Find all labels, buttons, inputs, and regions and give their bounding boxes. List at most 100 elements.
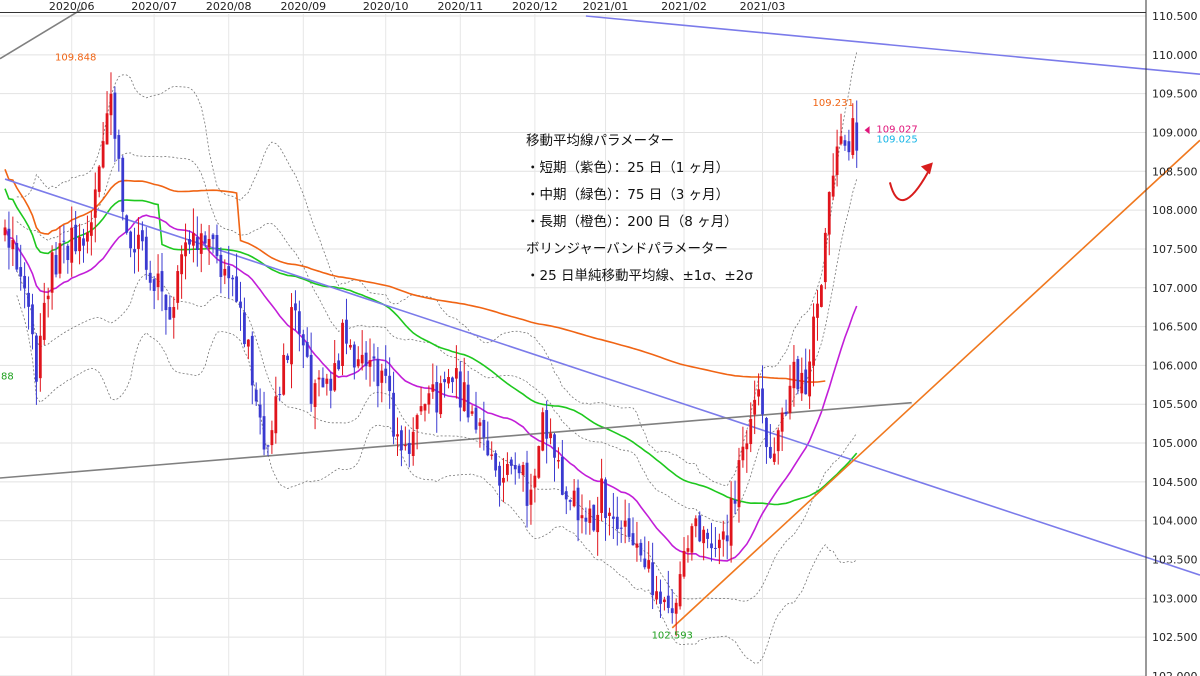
- candle-body: [623, 520, 627, 527]
- candle-body: [596, 514, 600, 533]
- candle-body: [800, 372, 804, 394]
- candle-body: [243, 312, 246, 345]
- candle-body: [847, 141, 851, 153]
- candle-body: [305, 342, 309, 357]
- candle-body: [125, 215, 129, 233]
- candle-body: [172, 306, 176, 318]
- candle-body: [823, 232, 827, 283]
- candle-body: [286, 355, 289, 360]
- candle-body: [831, 175, 835, 197]
- candle-body: [70, 227, 74, 263]
- candle-body: [549, 433, 552, 439]
- candle-body: [478, 422, 482, 426]
- candle-body: [403, 445, 407, 447]
- candle-body: [560, 456, 564, 495]
- candle-body: [352, 344, 356, 368]
- candle-body: [768, 446, 772, 458]
- candle-body: [86, 232, 89, 242]
- candle-body: [400, 430, 403, 451]
- candle-body: [195, 237, 199, 251]
- candle-body: [117, 135, 121, 159]
- candle-body: [529, 489, 533, 505]
- y-tick-label: 105.000: [1152, 437, 1198, 450]
- candle-body: [297, 311, 301, 334]
- candle-body: [611, 516, 615, 519]
- chart-root: 109.848102.593109.231109.027109.02588 11…: [0, 0, 1200, 676]
- candle-body: [278, 394, 282, 396]
- legend-line-bollinger-title: ボリンジャーバンドパラメーター: [526, 241, 728, 257]
- candle-body: [341, 322, 344, 366]
- candle-body: [615, 516, 619, 530]
- candle-body: [600, 478, 603, 513]
- y-tick-label: 108.000: [1152, 204, 1198, 217]
- candle-body: [635, 543, 639, 548]
- candle-body: [415, 415, 419, 429]
- candle-body: [258, 404, 262, 418]
- candle-body: [274, 396, 278, 434]
- candle-body: [419, 406, 423, 412]
- candle-body: [211, 234, 215, 240]
- y-tick-label: 104.500: [1152, 476, 1198, 489]
- candle-body: [11, 239, 15, 250]
- label-current-alt: 109.025: [876, 135, 917, 146]
- candle-body: [317, 377, 321, 380]
- candle-body: [427, 393, 431, 405]
- candle-body: [576, 487, 580, 521]
- candle-body: [725, 535, 729, 542]
- candle-body: [82, 238, 85, 246]
- candle-body: [192, 233, 195, 246]
- candle-body: [199, 233, 203, 254]
- candle-body: [337, 360, 341, 370]
- candle-body: [140, 230, 144, 242]
- candle-body: [392, 392, 395, 437]
- x-tick-label: 2021/02: [661, 0, 707, 13]
- candle-body: [180, 254, 184, 275]
- candle-body: [839, 136, 843, 144]
- y-tick-label: 102.000: [1152, 670, 1198, 676]
- candle-body: [121, 157, 125, 212]
- candle-body: [176, 271, 180, 303]
- legend-line-ma25: ・短期（紫色）：25 日（1 ヶ月）: [526, 160, 730, 176]
- candle-body: [250, 335, 254, 386]
- candle-body: [733, 499, 737, 504]
- candle-body: [38, 335, 42, 379]
- candle-body: [309, 354, 313, 404]
- legend-line-bollinger-params: ・25 日単純移動平均線、±1σ、±2σ: [526, 268, 753, 284]
- candle-body: [639, 542, 643, 556]
- candle-body: [674, 602, 678, 614]
- candle-body: [203, 235, 207, 244]
- candle-body: [7, 228, 11, 248]
- candle-body: [710, 543, 713, 549]
- candle-body: [301, 334, 305, 346]
- label-low-2021-01: 102.593: [652, 631, 693, 642]
- candle-body: [447, 377, 450, 384]
- parameter-legend: 移動平均線パラメーター ・短期（紫色）：25 日（1 ヶ月） ・中期（緑色）：7…: [526, 128, 753, 290]
- candle-body: [156, 273, 160, 288]
- candle-body: [407, 442, 411, 454]
- candle-body: [808, 361, 812, 397]
- candle-body: [631, 533, 635, 546]
- candle-body: [851, 118, 855, 155]
- candle-body: [321, 377, 325, 388]
- candle-body: [666, 595, 670, 608]
- candle-body: [364, 352, 368, 367]
- candle-body: [164, 294, 168, 311]
- candle-body: [494, 453, 498, 471]
- candle-body: [93, 189, 97, 218]
- candle-body: [89, 222, 93, 236]
- y-tick-label: 108.500: [1152, 165, 1198, 178]
- candle-body: [282, 354, 286, 395]
- candle-body: [486, 440, 490, 456]
- candle-body: [15, 242, 19, 270]
- x-tick-label: 2021/03: [740, 0, 786, 13]
- candle-body: [525, 462, 529, 506]
- candle-body: [855, 122, 859, 151]
- candle-body: [651, 562, 655, 596]
- y-tick-label: 109.500: [1152, 88, 1198, 101]
- candle-body: [235, 276, 238, 302]
- candle-body: [521, 464, 525, 476]
- candle-body: [580, 515, 584, 519]
- y-tick-label: 104.000: [1152, 515, 1198, 528]
- candle-body: [254, 389, 258, 402]
- candle-body: [749, 418, 753, 445]
